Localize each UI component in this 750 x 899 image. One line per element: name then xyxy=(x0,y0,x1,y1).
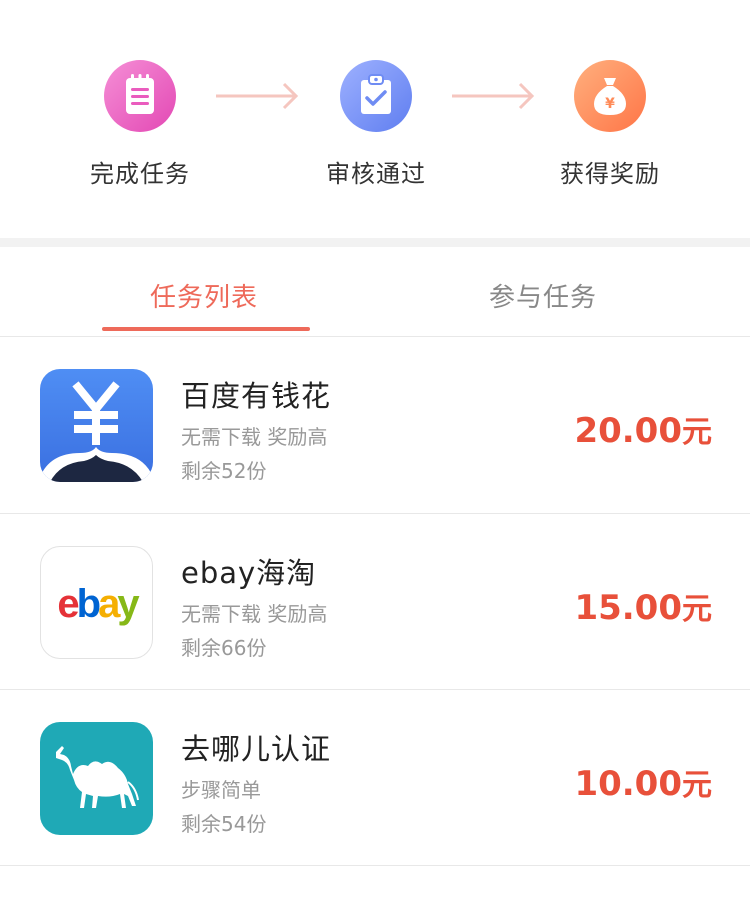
svg-text:¥: ¥ xyxy=(605,96,615,112)
step-get-reward: ¥ 获得奖励 xyxy=(530,60,690,189)
reward-unit: 元 xyxy=(682,415,712,450)
reward-amount: 15.00 xyxy=(574,588,682,628)
clipboard-list-icon xyxy=(104,60,176,132)
step-complete-task: 完成任务 xyxy=(60,60,220,189)
task-description: 无需下载 奖励高 xyxy=(181,602,328,626)
task-remaining: 剩余54份 xyxy=(181,812,267,836)
task-remaining: 剩余52份 xyxy=(181,459,267,483)
list-item[interactable]: 去哪儿认证 步骤简单 剩余54份 10.00元 xyxy=(0,690,750,866)
task-name: 百度有钱花 xyxy=(181,379,332,413)
task-description: 步骤简单 xyxy=(181,778,261,802)
step-label: 获得奖励 xyxy=(560,160,660,188)
task-reward: 10.00元 xyxy=(574,760,712,804)
qunar-camel-logo xyxy=(40,722,153,835)
reward-unit: 元 xyxy=(682,592,712,627)
active-tab-indicator xyxy=(102,327,310,331)
ebay-logo-letter: b xyxy=(77,582,100,626)
task-reward: 20.00元 xyxy=(574,407,712,451)
task-name: 去哪儿认证 xyxy=(181,732,332,766)
task-list: 百度有钱花 无需下载 奖励高 剩余52份 20.00元 ebay ebay海淘 … xyxy=(0,337,750,866)
list-item[interactable]: ebay ebay海淘 无需下载 奖励高 剩余66份 15.00元 xyxy=(0,514,750,690)
baidu-youqianhua-logo xyxy=(40,369,153,482)
money-bag-icon: ¥ xyxy=(574,60,646,132)
list-item[interactable]: 百度有钱花 无需下载 奖励高 剩余52份 20.00元 xyxy=(0,337,750,514)
ebay-logo-letter: e xyxy=(57,582,78,626)
task-reward: 15.00元 xyxy=(574,584,712,628)
reward-unit: 元 xyxy=(682,768,712,803)
reward-amount: 10.00 xyxy=(574,764,682,804)
section-divider xyxy=(0,238,750,247)
ebay-logo: ebay xyxy=(40,546,153,659)
task-remaining: 剩余66份 xyxy=(181,636,267,660)
tab-joined-tasks[interactable]: 参与任务 xyxy=(489,277,597,314)
svg-text:ebay: ebay xyxy=(57,582,140,626)
tab-bar: 任务列表 参与任务 xyxy=(0,247,750,337)
ebay-logo-letter: y xyxy=(117,582,140,626)
reward-amount: 20.00 xyxy=(574,411,682,451)
arrow-right-icon xyxy=(452,82,535,110)
step-label: 审核通过 xyxy=(326,160,426,188)
clipboard-check-icon xyxy=(340,60,412,132)
step-label: 完成任务 xyxy=(90,160,190,188)
task-name: ebay海淘 xyxy=(181,556,317,590)
arrow-right-icon xyxy=(216,82,299,110)
tab-task-list[interactable]: 任务列表 xyxy=(150,277,258,314)
step-review-passed: 审核通过 xyxy=(296,60,456,189)
process-steps: 完成任务 审核通过 ¥ 获得奖励 xyxy=(0,0,750,238)
task-description: 无需下载 奖励高 xyxy=(181,425,328,449)
